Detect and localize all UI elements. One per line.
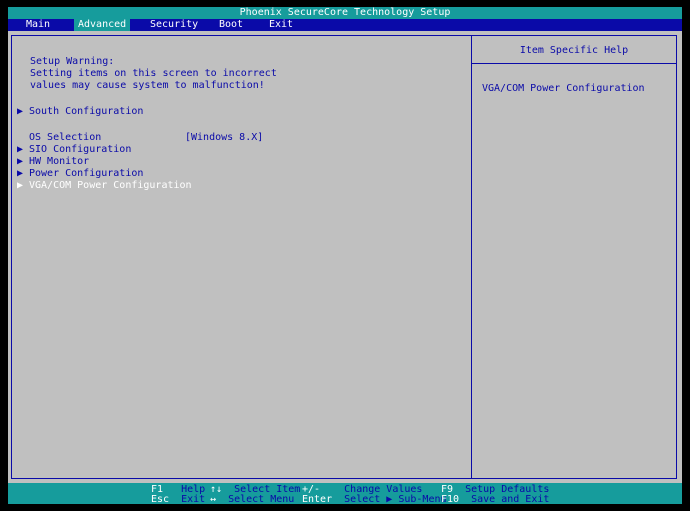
submenu-arrow-icon: ▶: [17, 180, 24, 191]
submenu-arrow-icon: ▶: [17, 144, 24, 155]
title-bar: Phoenix SecureCore Technology Setup Main…: [8, 7, 682, 31]
bios-screen: Phoenix SecureCore Technology Setup Main…: [0, 0, 690, 511]
tab-main[interactable]: Main: [22, 19, 54, 31]
help-text: VGA/COM Power Configuration: [482, 83, 645, 94]
menu-item-sio-configuration[interactable]: ▶ SIO Configuration: [17, 144, 131, 156]
menu-bar: Main Advanced Security Boot Exit: [8, 19, 682, 31]
bios-title: Phoenix SecureCore Technology Setup: [239, 7, 451, 18]
setup-warning-line: values may cause system to malfunction!: [30, 80, 265, 91]
setup-warning-title: Setup Warning:: [30, 56, 115, 67]
menu-item-hw-monitor[interactable]: ▶ HW Monitor: [17, 156, 89, 168]
help-header-divider: [472, 63, 676, 64]
footer-keys: F1 Help ↑↓ Select Item +/- Change Values…: [8, 483, 682, 505]
panel-divider: [471, 36, 472, 478]
menu-item-label: South Configuration: [29, 106, 144, 117]
help-title: Item Specific Help: [519, 45, 629, 56]
menu-item-label: HW Monitor: [29, 156, 90, 167]
menu-item-label: SIO Configuration: [29, 144, 132, 155]
menu-item-label: VGA/COM Power Configuration: [29, 180, 192, 191]
footer-key-esc: Esc Exit: [151, 494, 206, 505]
footer-key-enter: Enter Select ▶ Sub-Menu: [302, 494, 447, 505]
submenu-arrow-icon: ▶: [17, 106, 24, 117]
submenu-arrow-icon: ▶: [17, 168, 24, 179]
menu-item-power-configuration[interactable]: ▶ Power Configuration: [17, 168, 143, 180]
os-selection-label: OS Selection: [29, 132, 102, 143]
setup-warning-line: Setting items on this screen to incorrec…: [30, 68, 277, 79]
tab-exit[interactable]: Exit: [265, 19, 297, 31]
submenu-arrow-icon: ▶: [17, 156, 24, 167]
menu-item-label: Power Configuration: [29, 168, 144, 179]
menu-item-south-configuration[interactable]: ▶ South Configuration: [17, 106, 143, 118]
tab-boot[interactable]: Boot: [215, 19, 247, 31]
footer-key-leftright: ↔ Select Menu: [210, 494, 295, 505]
footer-key-f10: F10 Save and Exit: [441, 494, 550, 505]
tab-advanced[interactable]: Advanced: [74, 19, 131, 31]
tab-security[interactable]: Security: [146, 19, 202, 31]
menu-item-vga-com-power-configuration[interactable]: ▶ VGA/COM Power Configuration: [17, 180, 192, 192]
main-panel: Item Specific Help VGA/COM Power Configu…: [8, 31, 682, 483]
content-frame: Item Specific Help VGA/COM Power Configu…: [11, 35, 677, 479]
os-selection-value[interactable]: [Windows 8.X]: [185, 132, 263, 144]
